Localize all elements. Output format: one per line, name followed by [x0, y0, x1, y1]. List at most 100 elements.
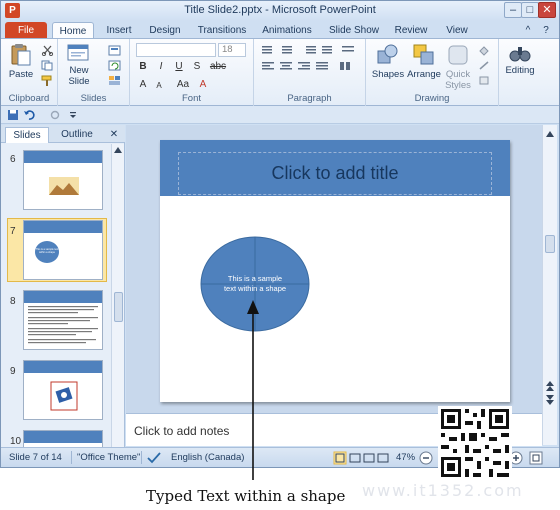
shape-text-line2: text within a shape [223, 284, 287, 293]
shapes-button[interactable]: Shapes [370, 43, 406, 80]
tab-insert[interactable]: Insert [101, 22, 137, 39]
title-placeholder[interactable]: Click to add title [178, 152, 492, 195]
current-slide[interactable]: Click to add title This is a sample text… [160, 140, 510, 402]
new-slide-button[interactable]: New Slide [62, 43, 96, 87]
slide-thumbnail-6[interactable] [23, 150, 103, 210]
undo-icon[interactable] [23, 109, 35, 121]
slides-panel-tabs: Slides Outline ✕ [1, 125, 125, 143]
clipboard-group-label: Clipboard [8, 93, 50, 104]
slides-panel-scrollbar[interactable] [111, 144, 124, 447]
notes-placeholder[interactable]: Click to add notes [134, 424, 229, 438]
shape-text[interactable]: This is a sample text within a shape [200, 274, 310, 294]
shape-outline-icon[interactable] [478, 60, 491, 71]
font-name-box[interactable] [136, 43, 216, 57]
quick-styles-button[interactable]: Quick Styles [442, 43, 474, 91]
section-icon[interactable] [108, 75, 121, 86]
minimize-ribbon-button[interactable]: ^ [521, 22, 535, 39]
text-lines-thumbnail [28, 306, 98, 344]
editing-button[interactable]: Editing [501, 43, 539, 76]
underline-button[interactable]: U [172, 61, 186, 72]
slide-thumbnail-8[interactable] [23, 290, 103, 350]
bold-button[interactable]: B [136, 61, 150, 72]
slide-thumbnails: 6 7 This is a sample text within a shape… [1, 144, 111, 447]
tab-slides[interactable]: Slides [5, 127, 49, 143]
slide-thumbnail-9[interactable] [23, 360, 103, 420]
zoom-level[interactable]: 47% [396, 452, 415, 463]
change-case-button[interactable]: Aa [174, 79, 192, 90]
strikethrough-button[interactable]: abc [208, 61, 228, 72]
slide-thumbnail-10[interactable] [23, 430, 103, 447]
close-panel-icon[interactable]: ✕ [107, 127, 121, 143]
slide-editing-area: Click to add title This is a sample text… [126, 125, 544, 413]
shape-effects-icon[interactable] [478, 75, 491, 86]
slides-group: New Slide Slides [58, 39, 130, 106]
italic-button[interactable]: I [154, 61, 168, 72]
font-color-button[interactable]: A [196, 79, 210, 90]
zoom-out-icon[interactable] [419, 451, 433, 465]
grow-font-button[interactable]: A [136, 79, 150, 90]
tab-animations[interactable]: Animations [257, 22, 317, 39]
help-icon[interactable]: ? [539, 22, 553, 39]
fit-to-window-icon[interactable] [529, 451, 543, 465]
shadow-button[interactable]: S [190, 61, 204, 72]
paste-button[interactable]: Paste [7, 43, 35, 80]
maximize-button[interactable]: □ [521, 2, 539, 18]
shrink-font-button[interactable]: A [152, 81, 166, 90]
new-slide-icon [67, 44, 89, 61]
theme-name[interactable]: "Office Theme" [77, 452, 140, 463]
cut-icon[interactable] [41, 45, 54, 56]
paste-icon [11, 44, 31, 66]
title-bar: P Title Slide2.pptx - Microsoft PowerPoi… [1, 1, 559, 21]
font-size-box[interactable]: 18 [218, 43, 246, 57]
next-slide-icon[interactable] [546, 395, 554, 405]
layout-icon[interactable] [108, 45, 121, 56]
tab-transitions[interactable]: Transitions [194, 22, 250, 39]
minimize-button[interactable]: – [504, 2, 522, 18]
slides-group-label: Slides [80, 93, 107, 104]
previous-slide-icon[interactable] [546, 381, 554, 391]
spell-check-icon[interactable] [147, 452, 161, 464]
format-painter-icon[interactable] [41, 75, 54, 86]
tab-slide-show[interactable]: Slide Show [326, 22, 382, 39]
close-button[interactable]: ✕ [538, 2, 556, 18]
scroll-thumb[interactable] [545, 235, 555, 253]
arrange-label: Arrange [407, 69, 441, 80]
clipboard-group: Paste Clipboard [1, 39, 58, 106]
slide-scrollbar[interactable] [542, 125, 557, 445]
qr-code [438, 406, 512, 480]
tab-outline[interactable]: Outline [53, 127, 101, 143]
save-icon[interactable] [7, 109, 19, 121]
reset-slide-icon[interactable] [108, 60, 121, 71]
tab-view[interactable]: View [441, 22, 473, 39]
shapes-label: Shapes [371, 69, 405, 80]
tab-file[interactable]: File [5, 22, 47, 39]
new-slide-label-line2: Slide [68, 76, 90, 87]
font-group-label: Font [181, 93, 201, 104]
tab-review[interactable]: Review [391, 22, 431, 39]
shapes-icon [377, 44, 398, 64]
thumbnail-number: 7 [10, 226, 16, 237]
watermark-text: www.it1352.com [362, 481, 524, 500]
tab-design[interactable]: Design [144, 22, 186, 39]
shape-text-line1: This is a sample [227, 274, 283, 283]
binoculars-icon [509, 47, 531, 62]
slide-thumbnail-7[interactable]: This is a sample text within a shape [23, 220, 103, 280]
copy-icon[interactable] [41, 60, 54, 71]
customize-toolbar-icon[interactable] [67, 109, 79, 121]
language[interactable]: English (Canada) [171, 452, 244, 463]
thumbnail-number: 10 [10, 436, 22, 447]
scroll-up-icon[interactable] [114, 147, 122, 153]
tab-home[interactable]: Home [52, 22, 94, 39]
slide-position: Slide 7 of 14 [9, 452, 62, 463]
scroll-up-icon[interactable] [546, 131, 554, 137]
arrange-button[interactable]: Arrange [406, 43, 442, 80]
drawing-group-label: Drawing [414, 93, 450, 104]
window-title: Title Slide2.pptx - Microsoft PowerPoint [184, 4, 376, 16]
scroll-thumb[interactable] [114, 292, 123, 322]
paragraph-icons[interactable] [260, 44, 360, 90]
shape-fill-icon[interactable] [478, 45, 491, 56]
ribbon-tabs: File Home Insert Design Transitions Anim… [1, 21, 559, 39]
picture-icon [50, 381, 78, 411]
redo-icon[interactable] [49, 109, 61, 121]
view-buttons[interactable] [333, 451, 393, 465]
